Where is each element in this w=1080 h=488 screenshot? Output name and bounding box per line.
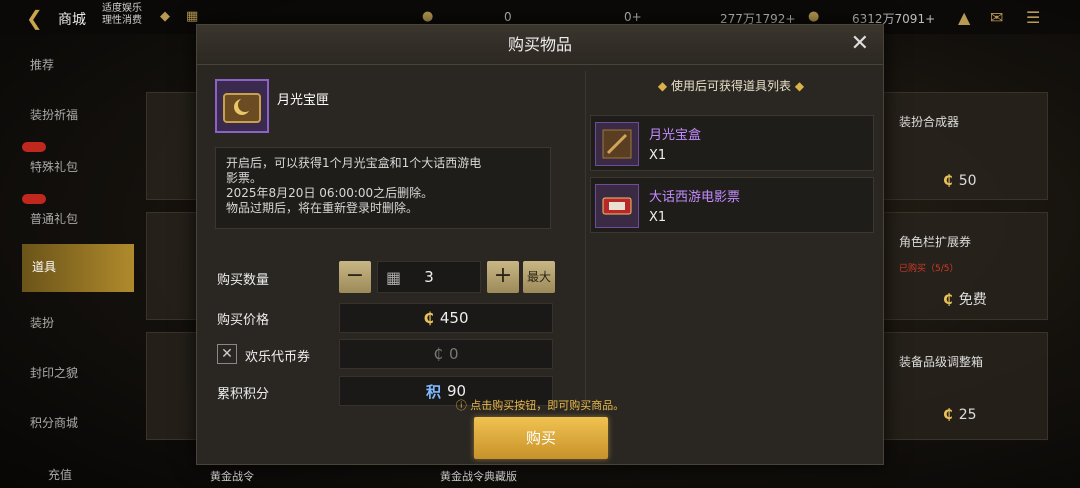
item-panel: 月光宝匣 开启后，可以获得1个月光宝盒和1个大话西游电 影票。 2025年8月2… [213,71,577,411]
currency-2[interactable]: 0+ [624,10,642,24]
notice-line-2: 理性消费 [102,15,142,26]
play-notice: 适度娱乐 理性消费 [102,3,162,27]
coin-icon: ₵ [943,292,953,308]
coin-icon: ₵ [423,309,434,327]
card-price-value: 50 [958,173,977,189]
purchase-tip: ⓘ 点击购买按钮，即可购买商品。 [197,397,883,413]
info-icon: ⓘ [455,399,467,412]
rewards-title-text: 使用后可获得道具列表 [670,79,791,93]
reward-item[interactable]: 月光宝盒 X1 [590,115,874,171]
chat-icon[interactable]: ☰ [1026,8,1040,27]
moonlight-box-icon [215,79,269,133]
sidebar-item-costume[interactable]: 装扮 [30,314,54,331]
movie-ticket-icon [595,184,639,228]
max-button[interactable]: 最大 [523,261,555,293]
shop-bag-icon[interactable]: ▲ [958,8,970,27]
card-subtitle: 已购买（5/5） [899,264,959,274]
reward-quantity: X1 [649,148,667,163]
reward-quantity: X1 [649,210,667,225]
mail-icon[interactable]: ✉ [990,8,1003,27]
decrease-button[interactable]: − [339,261,371,293]
sidebar-item-normal-pack[interactable]: 普通礼包 [30,210,78,227]
diamond-icon: ◆ [794,79,805,93]
diamond-icon[interactable]: ◆ [160,9,170,24]
dialog-title: 购买物品 [507,35,572,54]
description-line: 2025年8月20日 06:00:00之后删除。 [226,186,434,200]
rewards-title: ◆ 使用后可获得道具列表 ◆ [586,77,876,94]
quantity-value: 3 [424,268,434,286]
reward-name: 月光宝盒 [649,128,702,143]
price-display: ₵ 450 [339,303,553,333]
currency-1: 0 [504,10,512,24]
description-line: 影票。 [226,171,263,185]
shop-title: 商城 [58,12,86,28]
price-value: 450 [439,309,469,327]
product-card[interactable]: 角色栏扩展券 已购买（5/5） ₵ 免费 [880,212,1048,320]
coupon-label: 欢乐代币券 [245,350,311,365]
moonlight-case-icon [595,122,639,166]
sidebar-item-recharge[interactable]: 充值 [48,466,72,483]
card-price-value: 25 [958,407,977,423]
coin-icon: ● [422,9,434,24]
reward-item[interactable]: 大话西游电影票 X1 [590,177,874,233]
sidebar-item-recommend[interactable]: 推荐 [30,56,54,73]
item-description: 开启后，可以获得1个月光宝盒和1个大话西游电 影票。 2025年8月20日 06… [215,147,551,229]
reward-name: 大话西游电影票 [649,190,741,205]
card-title: 黄金战令 [210,470,254,483]
card-title: 黄金战令典藏版 [440,470,517,483]
card-title: 角色栏扩展券 [899,235,972,249]
purchase-dialog: 购买物品 ✕ 月光宝匣 开启后，可以获得1个月光宝盒和1个大话西游电 影票。 2… [196,24,884,465]
gold-coin-icon: ● [808,9,820,24]
buy-button[interactable]: 购买 [474,417,608,459]
calendar-icon[interactable]: ▦ [186,9,198,24]
sidebar-item-items[interactable]: 道具 [22,244,134,292]
rewards-panel: ◆ 使用后可获得道具列表 ◆ 月光宝盒 X1 大话西游电影票 X1 [585,71,875,411]
product-card[interactable]: 装扮合成器 ₵ 50 [880,92,1048,200]
calculator-icon[interactable]: ▦ [386,268,401,287]
card-price: ₵ 50 [943,173,977,189]
sidebar-item-costume-wish[interactable]: 装扮祈福 [30,106,78,123]
dialog-header: 购买物品 ✕ [197,25,883,65]
card-price: ₵ 免费 [943,289,987,309]
coupon-value: 0 [449,345,459,363]
card-price: ₵ 25 [943,407,977,423]
card-title: 装扮合成器 [899,115,960,129]
item-name: 月光宝匣 [277,93,330,108]
sidebar-item-special-pack[interactable]: 特殊礼包 [30,158,78,175]
new-badge [22,194,46,204]
card-price-value: 免费 [958,292,987,308]
description-line: 物品过期后，将在重新登录时删除。 [226,201,419,215]
increase-button[interactable]: + [487,261,519,293]
quantity-input[interactable]: ▦ 3 [377,261,481,293]
new-badge [22,142,46,152]
sidebar-item-seal[interactable]: 封印之貌 [30,364,78,381]
coupon-coin-icon: ₵ [433,345,443,363]
coin-icon: ₵ [943,407,953,423]
purchase-tip-text: 点击购买按钮，即可购买商品。 [470,399,625,412]
sidebar: 推荐 装扮祈福 特殊礼包 普通礼包 道具 装扮 封印之貌 积分商城 充值 [0,34,134,488]
coupon-checkbox[interactable]: ✕ [217,344,237,364]
sidebar-item-points-shop[interactable]: 积分商城 [30,414,78,431]
description-line: 开启后，可以获得1个月光宝盒和1个大话西游电 [226,156,482,170]
diamond-icon: ◆ [657,79,668,93]
product-card[interactable]: 装备品级调整箱 ₵ 25 [880,332,1048,440]
coin-icon: ₵ [943,173,953,189]
close-icon[interactable]: ✕ [851,33,869,55]
quantity-label: 购买数量 [217,273,270,288]
card-title: 装备品级调整箱 [899,355,984,369]
back-arrow-icon[interactable]: ❮ [26,6,43,30]
coupon-display: ₵ 0 [339,339,553,369]
price-label: 购买价格 [217,313,270,328]
notice-line-1: 适度娱乐 [102,3,142,14]
